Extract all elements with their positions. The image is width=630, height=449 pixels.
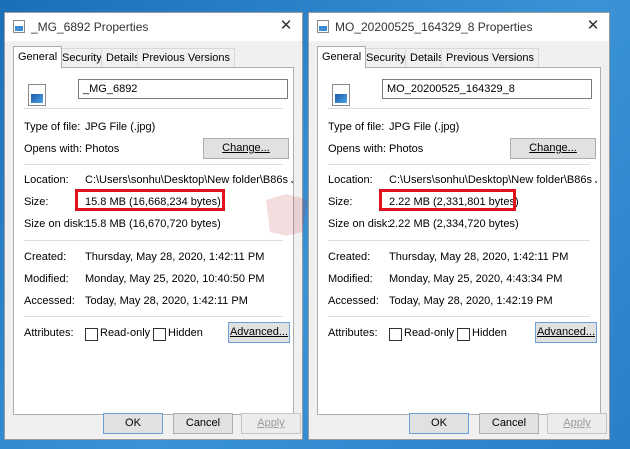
- size-label: Size:: [24, 196, 49, 208]
- accessed-label: Accessed:: [328, 295, 379, 307]
- apply-button[interactable]: Apply: [547, 413, 607, 434]
- modified-value: Monday, May 25, 2020, 4:43:34 PM: [389, 273, 563, 285]
- size-on-disk-value: 2.22 MB (2,334,720 bytes): [389, 218, 519, 230]
- tab-previous-versions[interactable]: Previous Versions: [441, 48, 540, 67]
- created-label: Created:: [328, 251, 371, 263]
- tab-general[interactable]: General: [13, 46, 63, 68]
- cancel-button[interactable]: Cancel: [479, 413, 539, 434]
- tab-previous-versions[interactable]: Previous Versions: [137, 48, 236, 67]
- properties-dialog-1: _MG_6892 Properties ✕ General Security D…: [4, 12, 303, 440]
- size-highlight-box: [75, 189, 225, 211]
- opens-with-label: Opens with:: [24, 143, 83, 155]
- size-on-disk-value: 15.8 MB (16,670,720 bytes): [85, 218, 221, 230]
- image-file-icon: [317, 20, 329, 33]
- size-on-disk-label: Size on disk:: [328, 218, 391, 230]
- accessed-label: Accessed:: [24, 295, 75, 307]
- hidden-label: Hidden: [472, 327, 507, 339]
- size-on-disk-label: Size on disk:: [24, 218, 87, 230]
- change-button[interactable]: Change...: [203, 138, 289, 159]
- image-file-icon: [13, 20, 25, 33]
- window-title: MO_20200525_164329_8 Properties: [335, 20, 533, 34]
- properties-dialog-2: MO_20200525_164329_8 Properties ✕ Genera…: [308, 12, 610, 440]
- location-value: C:\Users\sonhu\Desktop\New folder\B86s J…: [85, 174, 293, 186]
- created-value: Thursday, May 28, 2020, 1:42:11 PM: [85, 251, 265, 263]
- divider: [24, 108, 283, 109]
- modified-label: Modified:: [24, 273, 69, 285]
- type-of-file-value: JPG File (.jpg): [85, 121, 156, 133]
- modified-label: Modified:: [328, 273, 373, 285]
- accessed-value: Today, May 28, 2020, 1:42:11 PM: [85, 295, 248, 307]
- read-only-checkbox[interactable]: [85, 328, 98, 341]
- attributes-label: Attributes:: [24, 327, 74, 339]
- location-label: Location:: [328, 174, 373, 186]
- size-highlight-box: [379, 189, 516, 211]
- general-panel: MO_20200525_164329_8 Type of file: JPG F…: [317, 67, 601, 415]
- created-value: Thursday, May 28, 2020, 1:42:11 PM: [389, 251, 569, 263]
- image-file-icon: [28, 84, 46, 106]
- divider: [328, 240, 590, 241]
- opens-with-value: Photos: [85, 143, 120, 155]
- divider: [328, 316, 590, 317]
- type-of-file-label: Type of file:: [24, 121, 81, 133]
- hidden-checkbox[interactable]: [153, 328, 166, 341]
- close-icon[interactable]: ✕: [276, 16, 296, 36]
- title-bar[interactable]: _MG_6892 Properties ✕: [5, 13, 302, 41]
- hidden-label: Hidden: [168, 327, 203, 339]
- image-file-icon: [332, 84, 350, 106]
- size-label: Size:: [328, 196, 353, 208]
- change-button[interactable]: Change...: [510, 138, 596, 159]
- read-only-label: Read-only: [100, 327, 151, 339]
- attributes-label: Attributes:: [328, 327, 378, 339]
- divider: [24, 240, 283, 241]
- hidden-checkbox[interactable]: [457, 328, 470, 341]
- window-title: _MG_6892 Properties: [31, 20, 149, 34]
- type-of-file-label: Type of file:: [328, 121, 385, 133]
- location-label: Location:: [24, 174, 69, 186]
- divider: [24, 316, 283, 317]
- apply-button[interactable]: Apply: [241, 413, 301, 434]
- file-name-field[interactable]: MO_20200525_164329_8: [382, 79, 592, 99]
- file-name-field[interactable]: _MG_6892: [78, 79, 288, 99]
- tab-security[interactable]: Security: [361, 48, 411, 67]
- divider: [328, 108, 590, 109]
- modified-value: Monday, May 25, 2020, 10:40:50 PM: [85, 273, 265, 285]
- advanced-button[interactable]: Advanced...: [228, 322, 290, 343]
- divider: [24, 164, 283, 165]
- ok-button[interactable]: OK: [409, 413, 469, 434]
- title-bar[interactable]: MO_20200525_164329_8 Properties ✕: [309, 13, 609, 41]
- created-label: Created:: [24, 251, 67, 263]
- advanced-button[interactable]: Advanced...: [535, 322, 597, 343]
- ok-button[interactable]: OK: [103, 413, 163, 434]
- read-only-label: Read-only: [404, 327, 455, 339]
- general-panel: _MG_6892 Type of file: JPG File (.jpg) O…: [13, 67, 294, 415]
- tab-security[interactable]: Security: [57, 48, 107, 67]
- cancel-button[interactable]: Cancel: [173, 413, 233, 434]
- opens-with-value: Photos: [389, 143, 424, 155]
- location-value: C:\Users\sonhu\Desktop\New folder\B86s J…: [389, 174, 597, 186]
- opens-with-label: Opens with:: [328, 143, 387, 155]
- type-of-file-value: JPG File (.jpg): [389, 121, 460, 133]
- accessed-value: Today, May 28, 2020, 1:42:19 PM: [389, 295, 553, 307]
- divider: [328, 164, 590, 165]
- tab-general[interactable]: General: [317, 46, 367, 68]
- close-icon[interactable]: ✕: [583, 16, 603, 36]
- read-only-checkbox[interactable]: [389, 328, 402, 341]
- watermark-logo: [266, 194, 308, 236]
